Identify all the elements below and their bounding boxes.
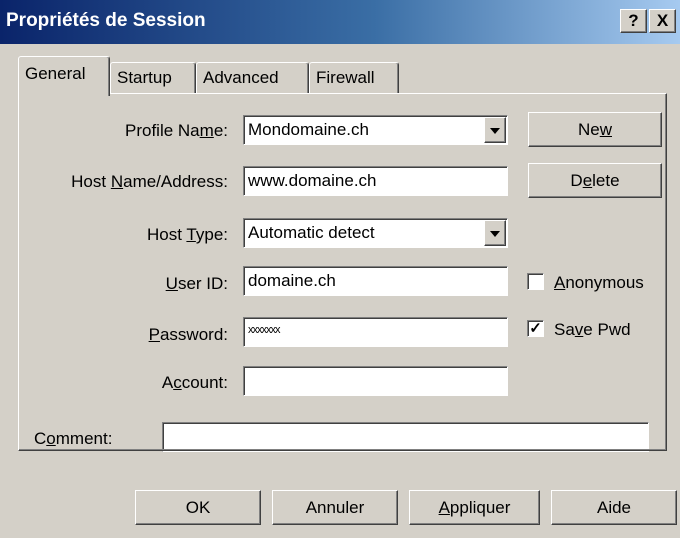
close-button[interactable]: X <box>649 9 676 33</box>
tab-startup[interactable]: Startup <box>110 62 196 94</box>
general-panel <box>18 93 667 451</box>
tab-general[interactable]: General <box>18 56 110 96</box>
ok-button[interactable]: OK <box>135 490 261 525</box>
title-bar: Propriétés de Session ? X <box>0 0 680 44</box>
help-button[interactable]: ? <box>620 9 647 33</box>
window-title: Propriétés de Session <box>6 10 206 31</box>
tab-firewall[interactable]: Firewall <box>309 62 399 94</box>
help-icon: ? <box>628 11 639 30</box>
tab-advanced[interactable]: Advanced <box>196 62 309 94</box>
apply-button[interactable]: Appliquer <box>409 490 540 525</box>
cancel-button[interactable]: Annuler <box>272 490 398 525</box>
close-icon: X <box>656 11 669 30</box>
help-dialog-button[interactable]: Aide <box>551 490 677 525</box>
